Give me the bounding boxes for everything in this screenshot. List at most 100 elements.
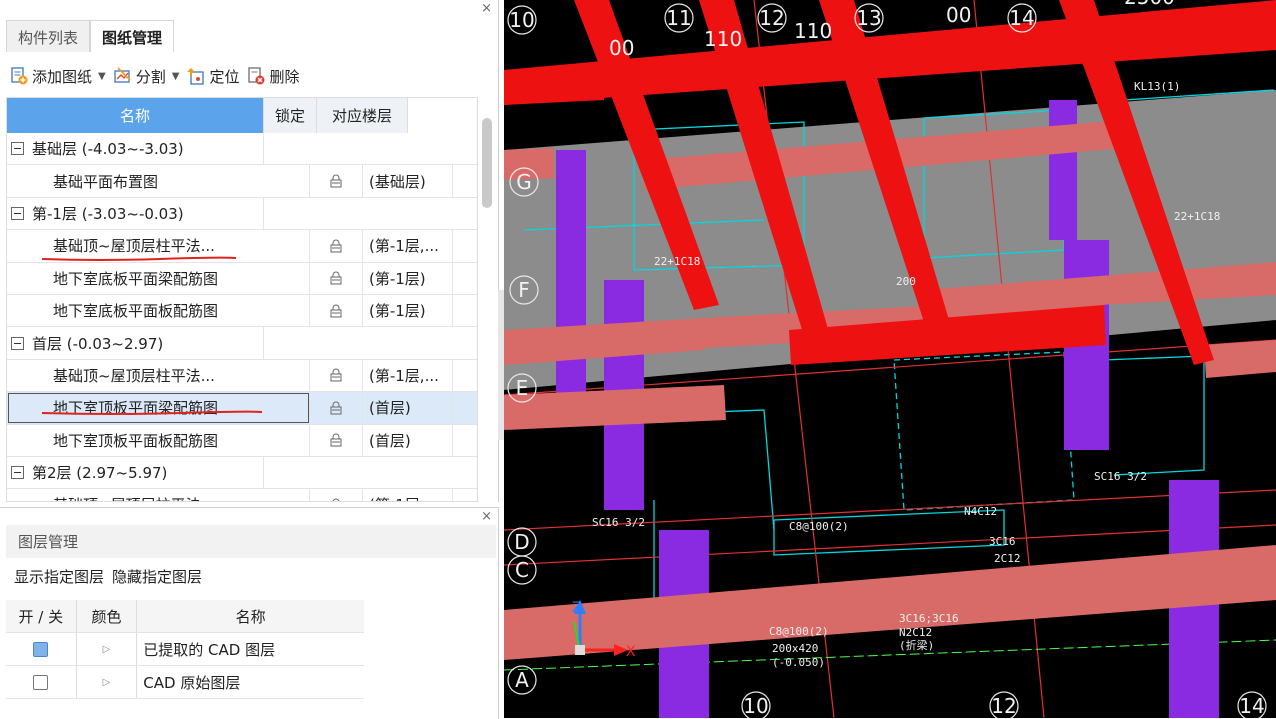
grid-label: 14 bbox=[1239, 694, 1264, 718]
grid-label: 10 bbox=[509, 8, 534, 32]
tab-drawing-management[interactable]: 图纸管理 bbox=[90, 20, 175, 52]
annotation-text: (折梁) bbox=[899, 638, 934, 652]
drawing-floor: (第-1层 bbox=[363, 489, 453, 501]
axis-label-z: Z bbox=[572, 600, 582, 616]
grid-label: A bbox=[515, 668, 529, 692]
annotation-text: 2C12 bbox=[994, 552, 1021, 565]
hide-layer-button[interactable]: 隐藏指定图层 bbox=[112, 566, 202, 587]
locate-label: 定位 bbox=[209, 67, 240, 86]
annotation-text: N4C12 bbox=[964, 505, 997, 518]
column-header-floor[interactable]: 对应楼层 bbox=[317, 98, 408, 133]
column-header-color: 颜色 bbox=[77, 600, 138, 632]
group-label: 第-1层 (-3.03~-0.03) bbox=[32, 204, 184, 223]
show-layer-button[interactable]: 显示指定图层 bbox=[14, 566, 104, 587]
tree-scrollbar[interactable] bbox=[480, 110, 494, 500]
locate-icon bbox=[187, 68, 205, 85]
left-sidebar: × 构件列表 图纸管理 添加图纸 ▼ 分割 ▼ 定位 删除 名称 锁定 对应楼层… bbox=[0, 0, 500, 719]
dimension-label: 110 bbox=[794, 19, 832, 43]
tab-component-list[interactable]: 构件列表 bbox=[6, 20, 91, 52]
grid-label: 14 bbox=[1009, 6, 1034, 30]
collapse-icon[interactable] bbox=[11, 336, 24, 350]
table-row[interactable]: 地下室顶板平面板配筋图 (首层) bbox=[7, 424, 477, 457]
table-row[interactable]: 地下室底板平面板配筋图 (第-1层) bbox=[7, 294, 477, 328]
lock-icon[interactable] bbox=[329, 239, 343, 253]
chevron-down-icon[interactable]: ▼ bbox=[98, 71, 106, 82]
layer-actions: 显示指定图层 隐藏指定图层 bbox=[14, 566, 202, 587]
table-row[interactable]: 基础顶~屋顶层柱平法... (第-1层 bbox=[7, 489, 477, 502]
lock-icon[interactable] bbox=[329, 304, 343, 318]
add-drawing-icon bbox=[11, 67, 28, 85]
lock-icon[interactable] bbox=[329, 498, 343, 502]
delete-icon bbox=[248, 67, 265, 85]
split-icon bbox=[114, 67, 131, 83]
drawing-floor: (第-1层,... bbox=[363, 359, 453, 392]
collapse-icon[interactable] bbox=[11, 206, 24, 220]
layer-panel-title: 图层管理 bbox=[6, 525, 496, 558]
collapse-icon[interactable] bbox=[11, 466, 24, 480]
drawing-floor: (首层) bbox=[363, 392, 453, 424]
layer-row[interactable]: ▷ CAD 原始图层 bbox=[6, 666, 364, 699]
lock-icon[interactable] bbox=[329, 174, 343, 188]
axis-label-x: X bbox=[626, 644, 636, 660]
table-row-selected[interactable]: 地下室顶板平面梁配筋图 (首层) bbox=[7, 392, 477, 425]
layer-toggle-checkbox[interactable] bbox=[33, 641, 49, 657]
layer-name: CAD 原始图层 bbox=[143, 673, 241, 692]
dimension-label: 00 bbox=[609, 36, 634, 60]
delete-label: 删除 bbox=[269, 67, 300, 86]
grid-label: 12 bbox=[759, 6, 784, 30]
drawing-floor: (首层) bbox=[363, 424, 453, 456]
red-underline-annotation bbox=[41, 410, 263, 415]
lock-icon[interactable] bbox=[329, 401, 343, 415]
close-icon[interactable]: × bbox=[481, 509, 492, 524]
layer-table: 开 / 关 颜色 名称 ▷ 已提取的 CAD 图层 ▷ CAD 原始图层 bbox=[6, 600, 364, 699]
drawing-management-panel: × 构件列表 图纸管理 添加图纸 ▼ 分割 ▼ 定位 删除 名称 锁定 对应楼层… bbox=[0, 0, 499, 502]
annotation-text: KL13(1) bbox=[1134, 80, 1180, 93]
expand-triangle-icon[interactable]: ▷ bbox=[103, 644, 111, 655]
column-header-name[interactable]: 名称 bbox=[7, 98, 264, 133]
drawing-name: 地下室底板平面梁配筋图 bbox=[7, 262, 310, 294]
add-drawing-label: 添加图纸 bbox=[32, 67, 93, 86]
drawing-name: 地下室顶板平面梁配筋图 bbox=[7, 392, 310, 424]
tree-group-row[interactable]: 第-1层 (-3.03~-0.03) bbox=[7, 197, 477, 231]
grid-label: E bbox=[516, 376, 529, 400]
drawing-tree-table: 名称 锁定 对应楼层 基础层 (-4.03~-3.03) 基础平面布置图 (基础… bbox=[6, 97, 478, 502]
layer-management-panel: × 图层管理 显示指定图层 隐藏指定图层 开 / 关 颜色 名称 ▷ 已提取的 … bbox=[0, 507, 499, 719]
lock-icon[interactable] bbox=[329, 368, 343, 382]
grid-label: 12 bbox=[991, 694, 1016, 718]
grid-label: C bbox=[515, 558, 529, 582]
locate-button[interactable]: 定位 bbox=[187, 66, 239, 87]
panel-tabs: 构件列表 图纸管理 bbox=[6, 20, 175, 52]
dimension-label: 2500 bbox=[1124, 0, 1175, 9]
chevron-down-icon[interactable]: ▼ bbox=[172, 71, 180, 82]
delete-button[interactable]: 删除 bbox=[247, 66, 299, 87]
table-row[interactable]: 基础顶~屋顶层柱平法... (第-1层,... bbox=[7, 359, 477, 393]
layer-toggle-checkbox[interactable] bbox=[33, 674, 49, 690]
cad-3d-viewport[interactable]: 10 11 12 13 14 G F E D C A 10 12 14 00 1… bbox=[504, 0, 1276, 718]
drawing-toolbar: 添加图纸 ▼ 分割 ▼ 定位 删除 bbox=[10, 60, 299, 92]
layer-name: 已提取的 CAD 图层 bbox=[143, 640, 276, 659]
dimension-label: 00 bbox=[946, 3, 971, 27]
annotation-text: C8@100(2) bbox=[769, 625, 829, 638]
table-row[interactable]: 地下室底板平面梁配筋图 (第-1层) bbox=[7, 262, 477, 295]
column-header-lock[interactable]: 锁定 bbox=[264, 98, 317, 133]
drawing-floor: (第-1层,... bbox=[363, 230, 453, 262]
lock-icon[interactable] bbox=[329, 271, 343, 285]
drawing-floor: (基础层) bbox=[363, 165, 453, 197]
layer-row[interactable]: ▷ 已提取的 CAD 图层 bbox=[6, 633, 364, 666]
table-header: 名称 锁定 对应楼层 bbox=[7, 98, 477, 133]
close-icon[interactable]: × bbox=[481, 1, 492, 16]
add-drawing-button[interactable]: 添加图纸 ▼ bbox=[10, 66, 106, 87]
collapse-icon[interactable] bbox=[11, 142, 24, 156]
expand-triangle-icon[interactable]: ▷ bbox=[103, 677, 111, 688]
table-row[interactable]: 基础平面布置图 (基础层) bbox=[7, 165, 477, 198]
dimension-label: 110 bbox=[704, 27, 742, 51]
column-header-toggle: 开 / 关 bbox=[6, 600, 77, 632]
tree-group-row[interactable]: 基础层 (-4.03~-3.03) bbox=[7, 133, 477, 166]
column-header-layer-name: 名称 bbox=[235, 607, 266, 626]
lock-icon[interactable] bbox=[329, 433, 343, 447]
split-button[interactable]: 分割 ▼ bbox=[114, 66, 180, 87]
tree-group-row[interactable]: 首层 (-0.03~2.97) bbox=[7, 327, 477, 360]
grid-label: 10 bbox=[743, 694, 768, 718]
tree-group-row[interactable]: 第2层 (2.97~5.97) bbox=[7, 456, 477, 490]
scrollbar-thumb[interactable] bbox=[482, 118, 492, 208]
